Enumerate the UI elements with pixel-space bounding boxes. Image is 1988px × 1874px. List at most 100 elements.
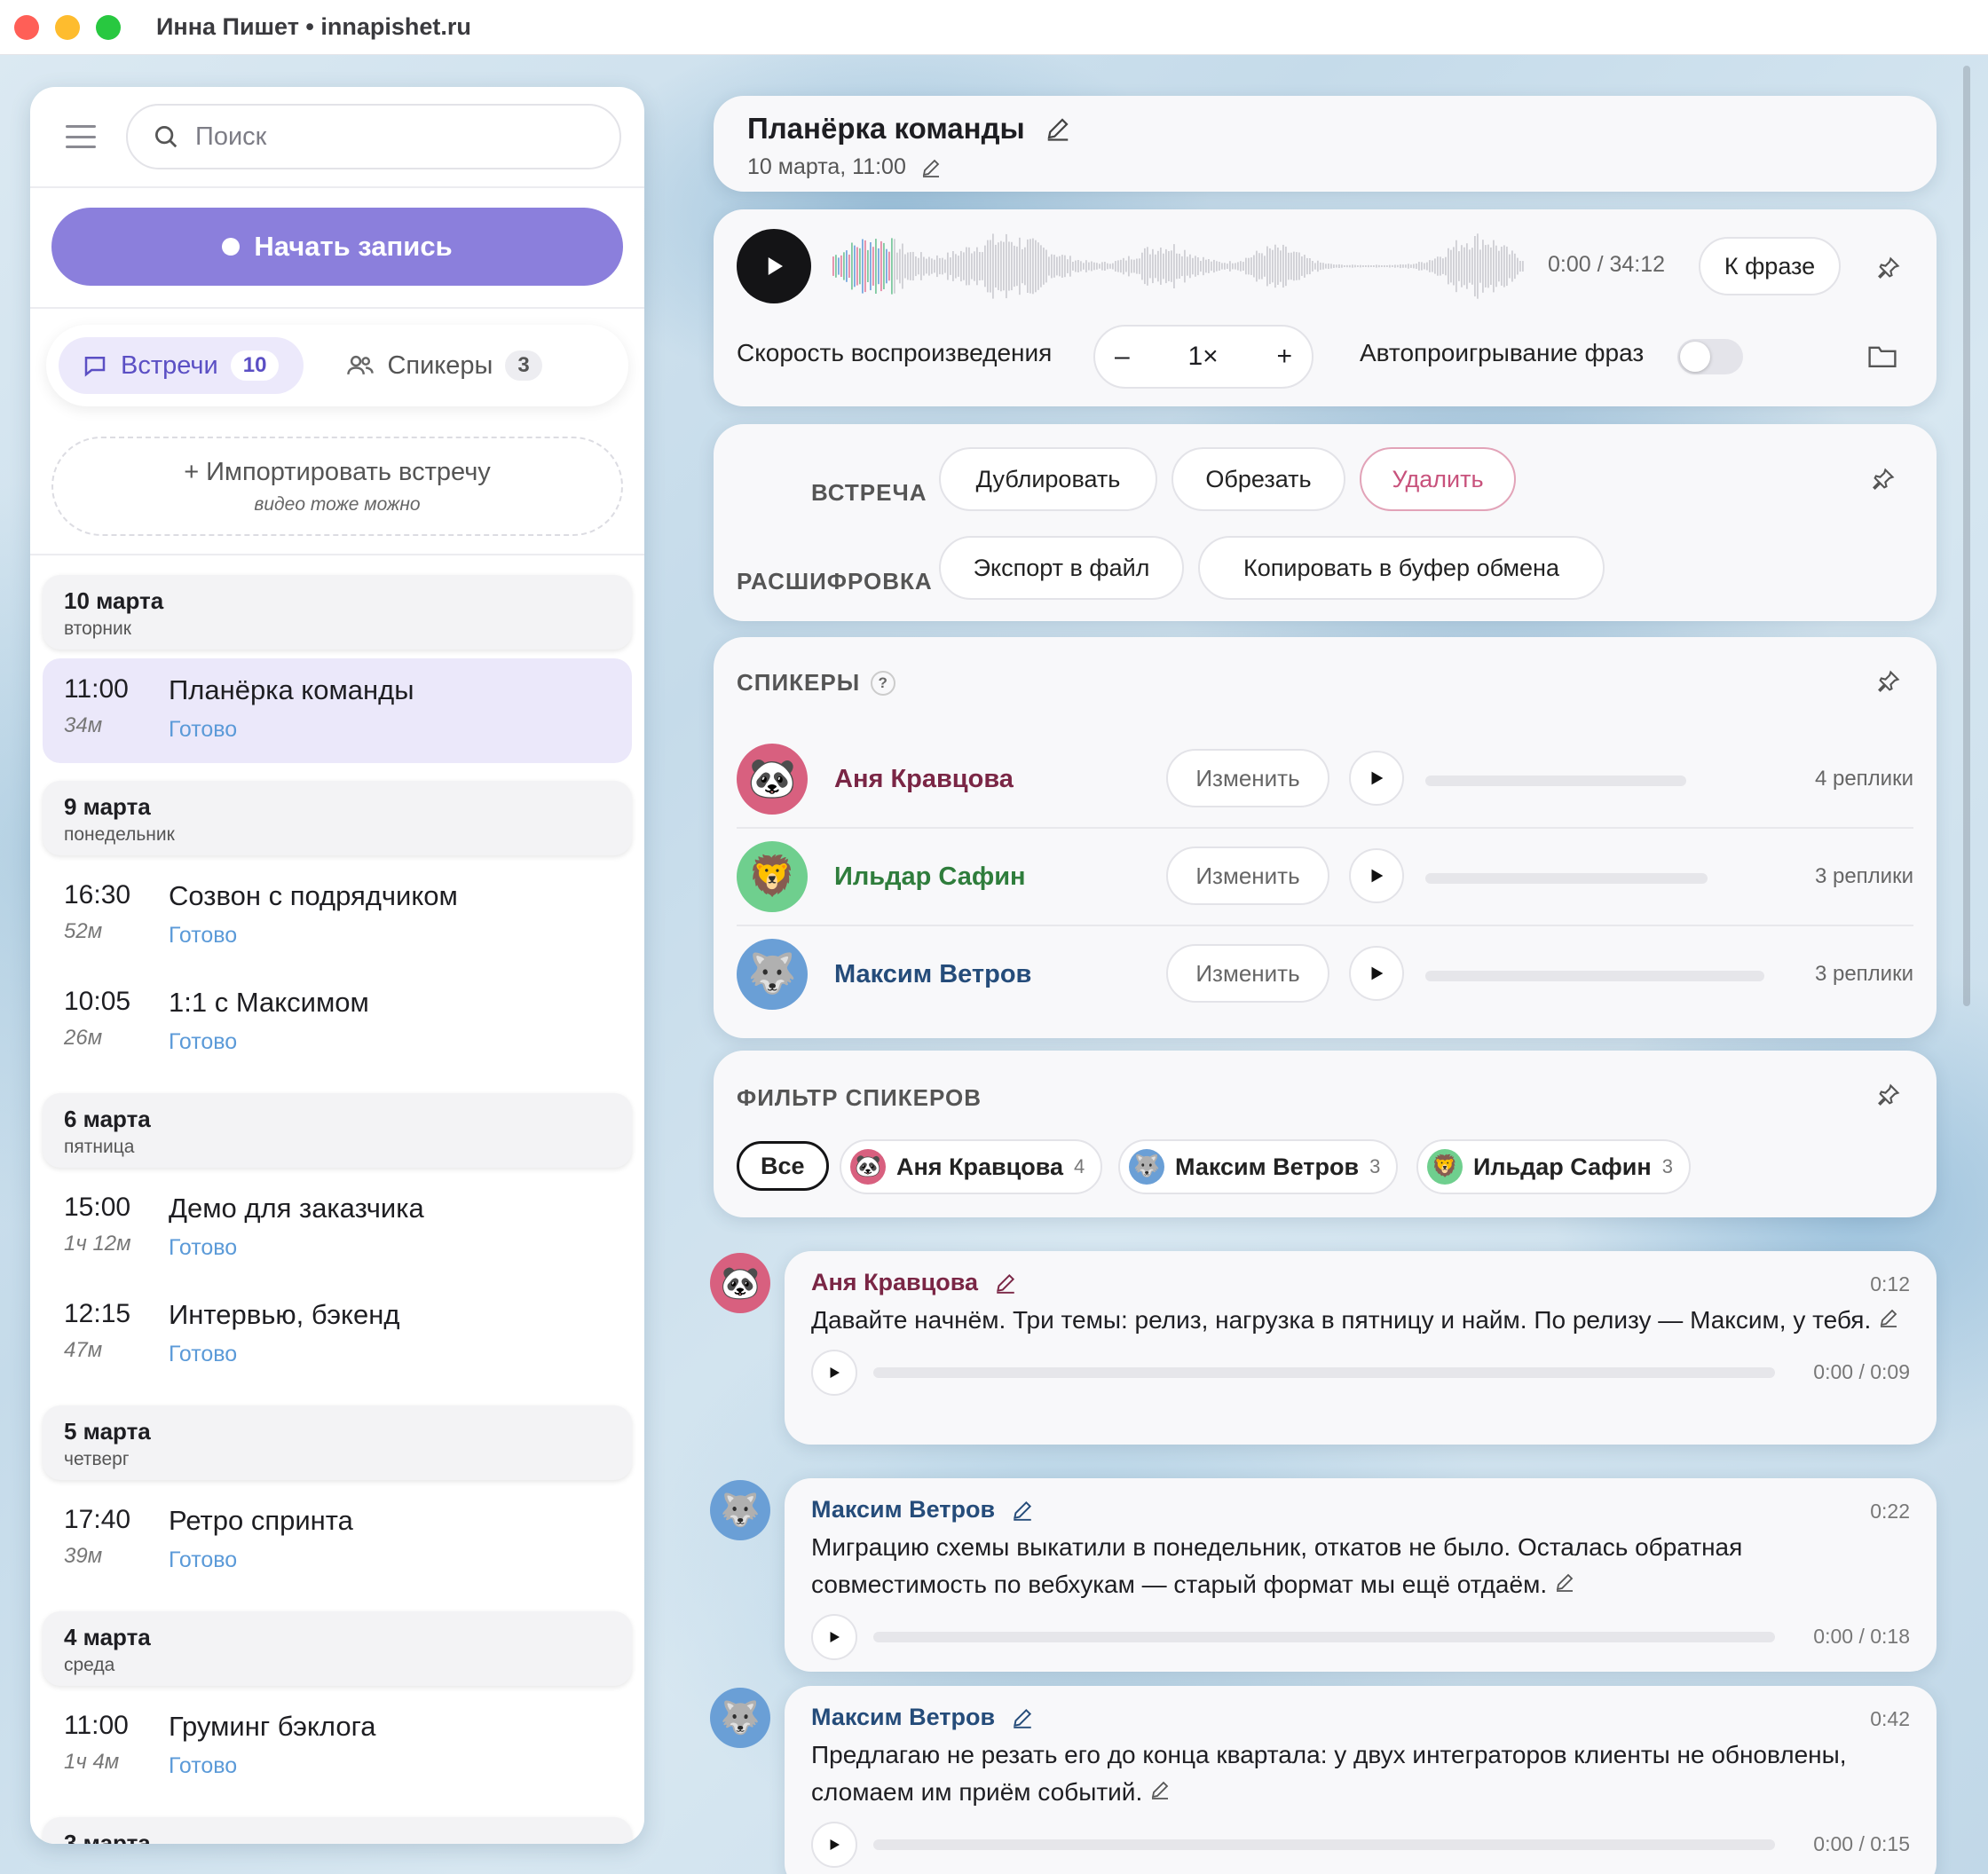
meeting-status: Готово	[169, 1547, 238, 1572]
waveform-bar	[1163, 253, 1164, 280]
waveform[interactable]	[832, 229, 1525, 303]
waveform-bar	[1125, 260, 1127, 272]
message-play-button[interactable]	[811, 1822, 857, 1868]
waveform-bar	[1463, 247, 1465, 286]
pencil-icon[interactable]	[920, 157, 942, 178]
speed-plus-button[interactable]: +	[1276, 342, 1292, 372]
pin-icon[interactable]	[1876, 256, 1901, 280]
message-text-content[interactable]: Миграцию схемы выкатили в понедельник, о…	[811, 1533, 1742, 1598]
change-speaker-button[interactable]: Изменить	[1166, 749, 1329, 807]
pencil-icon[interactable]	[1011, 1499, 1034, 1522]
group-weekday: среда	[64, 1655, 115, 1675]
waveform-bar	[1389, 264, 1391, 268]
pencil-icon[interactable]	[1878, 1307, 1899, 1328]
tab-meetings[interactable]: Встречи 10	[59, 337, 304, 394]
pencil-icon[interactable]	[1149, 1779, 1171, 1800]
message-play-button[interactable]	[811, 1614, 857, 1660]
waveform-bar	[1157, 250, 1159, 282]
meeting-time: 12:15	[64, 1299, 131, 1328]
zoom-window-button[interactable]	[96, 14, 121, 40]
help-icon[interactable]: ?	[871, 670, 896, 696]
meeting-item[interactable]: 12:15 47м Интервью, бэкенд Готово	[43, 1283, 632, 1388]
filter-speaker-chip[interactable]: 🐺 Максим Ветров 3	[1118, 1139, 1399, 1194]
panda-avatar-icon: 🐼	[710, 1253, 770, 1313]
waveform-bar	[840, 255, 842, 277]
waveform-bar	[907, 252, 909, 280]
message-text-content[interactable]: Давайте начнём. Три темы: релиз, нагрузк…	[811, 1306, 1871, 1334]
delete-button[interactable]: Удалить	[1360, 447, 1516, 511]
waveform-bar	[859, 248, 861, 285]
tabs-wrap: Встречи 10 Спикеры 3	[30, 309, 644, 437]
menu-icon[interactable]	[66, 125, 96, 148]
autoplay-label: Автопроигрывание фраз	[1360, 339, 1645, 366]
filter-speaker-chip[interactable]: 🦁 Ильдар Сафин 3	[1416, 1139, 1691, 1194]
copy-clipboard-button[interactable]: Копировать в буфер обмена	[1198, 536, 1605, 600]
message-play-button[interactable]	[811, 1350, 857, 1396]
pin-icon[interactable]	[1871, 467, 1896, 492]
filter-all-chip[interactable]: Все	[737, 1141, 829, 1191]
export-button[interactable]: Экспорт в файл	[939, 536, 1184, 600]
import-meeting-button[interactable]: + Импортировать встречу видео тоже можно	[51, 437, 623, 536]
pin-icon[interactable]	[1876, 1083, 1901, 1107]
message-progress-bar[interactable]	[873, 1367, 1775, 1378]
speaker-play-button[interactable]	[1349, 848, 1404, 903]
message-header: Максим Ветров	[811, 1704, 1910, 1731]
start-recording-button[interactable]: Начать запись	[51, 208, 623, 286]
meeting-item[interactable]: 15:00 1ч 12м Демо для заказчика Готово	[43, 1177, 632, 1281]
waveform-bar	[902, 243, 903, 289]
pencil-icon[interactable]	[1554, 1571, 1575, 1593]
tab-speakers[interactable]: Спикеры 3	[323, 337, 566, 394]
waveform-bar	[1370, 265, 1372, 267]
pencil-icon[interactable]	[1011, 1706, 1034, 1729]
message-progress-bar[interactable]	[873, 1632, 1775, 1642]
to-phrase-button[interactable]: К фразе	[1699, 237, 1841, 295]
meeting-item[interactable]: 11:00 34м Планёрка команды Готово	[43, 658, 632, 763]
meeting-item[interactable]: 11:00 1ч 4м Груминг бэклога Готово	[43, 1695, 632, 1799]
search-input[interactable]	[195, 122, 586, 152]
meeting-item[interactable]: 16:30 52м Созвон с подрядчиком Готово	[43, 864, 632, 969]
minimize-window-button[interactable]	[55, 14, 80, 40]
waveform-bar	[1168, 251, 1170, 281]
search-box[interactable]	[126, 104, 621, 169]
users-icon	[347, 355, 375, 374]
close-window-button[interactable]	[14, 14, 39, 40]
waveform-bar	[899, 248, 901, 284]
scrollbar-thumb[interactable]	[1963, 66, 1970, 1006]
autoplay-toggle[interactable]	[1677, 339, 1743, 374]
waveform-bar	[1495, 245, 1497, 287]
filter-speaker-chip[interactable]: 🐼 Аня Кравцова 4	[840, 1139, 1103, 1194]
filter-label: ФИЛЬТР СПИКЕРОВ	[737, 1084, 982, 1111]
waveform-bar	[1131, 259, 1132, 273]
meeting-item[interactable]: 10:05 26м 1:1 с Максимом Готово	[43, 971, 632, 1075]
speed-minus-button[interactable]: –	[1115, 342, 1130, 372]
speaker-progress-bar	[1425, 971, 1764, 981]
speaker-row: 🐼 Аня Кравцова Изменить 4 реплики	[737, 731, 1913, 829]
tab-speakers-label: Спикеры	[387, 350, 493, 380]
meeting-item[interactable]: 17:40 39м Ретро спринта Готово	[43, 1489, 632, 1594]
play-button[interactable]	[737, 229, 811, 303]
waveform-bar	[1101, 262, 1103, 271]
message-player: 0:00 / 0:15	[811, 1811, 1910, 1874]
waveform-bar	[832, 256, 834, 276]
group-date: 10 марта	[64, 587, 164, 614]
waveform-bar	[888, 251, 890, 281]
speaker-play-button[interactable]	[1349, 946, 1404, 1001]
trim-button[interactable]: Обрезать	[1172, 447, 1345, 511]
waveform-bar	[846, 250, 848, 282]
change-speaker-button[interactable]: Изменить	[1166, 944, 1329, 1003]
pencil-icon[interactable]	[1045, 115, 1071, 142]
pin-icon[interactable]	[1876, 669, 1901, 694]
message-progress-bar[interactable]	[873, 1839, 1775, 1850]
speaker-play-button[interactable]	[1349, 751, 1404, 806]
message-text-content[interactable]: Предлагаю не резать его до конца квартал…	[811, 1741, 1847, 1806]
meeting-duration: 26м	[64, 1026, 103, 1050]
waveform-bar	[856, 247, 858, 286]
speaker-progress-bar	[1425, 776, 1686, 786]
waveform-bar	[931, 258, 933, 274]
waveform-bar	[1421, 262, 1423, 271]
folder-icon[interactable]	[1867, 343, 1897, 369]
change-speaker-button[interactable]: Изменить	[1166, 846, 1329, 905]
waveform-bar	[1274, 244, 1276, 288]
duplicate-button[interactable]: Дублировать	[939, 447, 1157, 511]
pencil-icon[interactable]	[994, 1272, 1017, 1295]
